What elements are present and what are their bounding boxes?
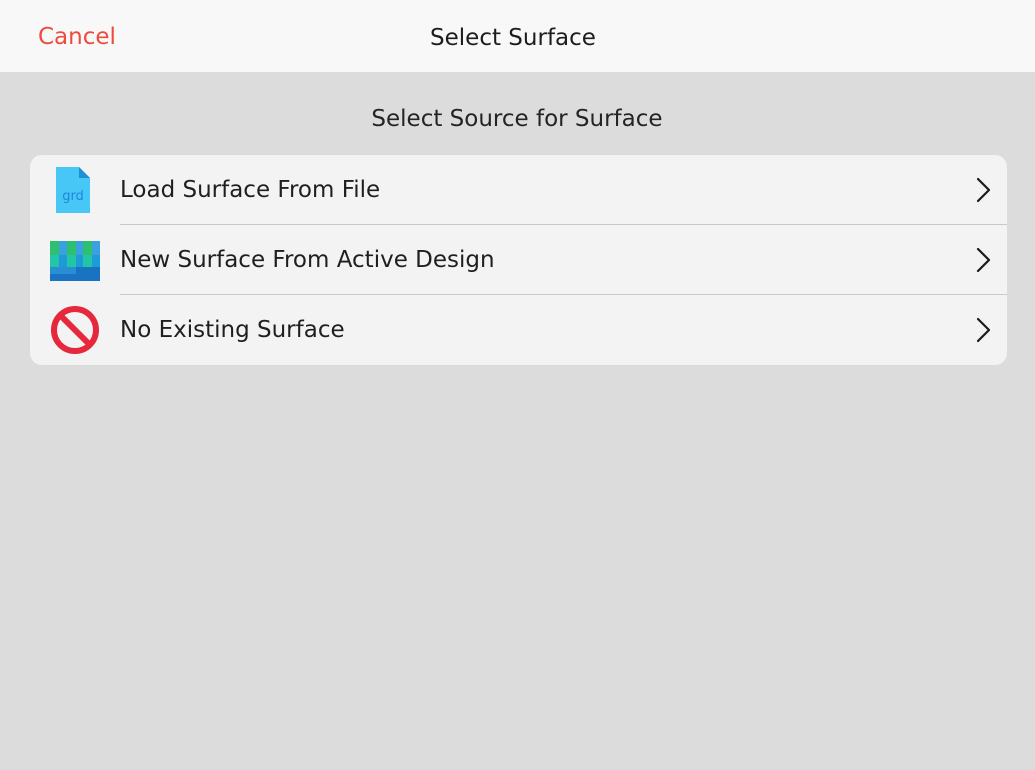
grd-file-icon: grd <box>56 167 90 213</box>
svg-text:grd: grd <box>62 189 84 204</box>
no-entry-icon <box>51 306 99 354</box>
load-surface-from-file-option[interactable]: grd Load Surface From File <box>30 155 1007 225</box>
option-label: New Surface From Active Design <box>120 247 495 273</box>
no-existing-surface-option[interactable]: No Existing Surface <box>30 295 1007 365</box>
navigation-bar: Cancel Select Surface <box>0 0 1035 72</box>
chevron-right-icon <box>976 317 991 343</box>
option-label: Load Surface From File <box>120 177 381 203</box>
chevron-right-icon <box>976 177 991 203</box>
source-options-list: grd Load Surface From File New Surface F… <box>30 155 1007 365</box>
page-title: Select Surface <box>430 25 596 51</box>
option-label: No Existing Surface <box>120 317 345 343</box>
new-surface-from-active-design-option[interactable]: New Surface From Active Design <box>30 225 1007 295</box>
surface-grid-icon <box>50 241 100 281</box>
chevron-right-icon <box>976 247 991 273</box>
section-header: Select Source for Surface <box>371 106 663 132</box>
